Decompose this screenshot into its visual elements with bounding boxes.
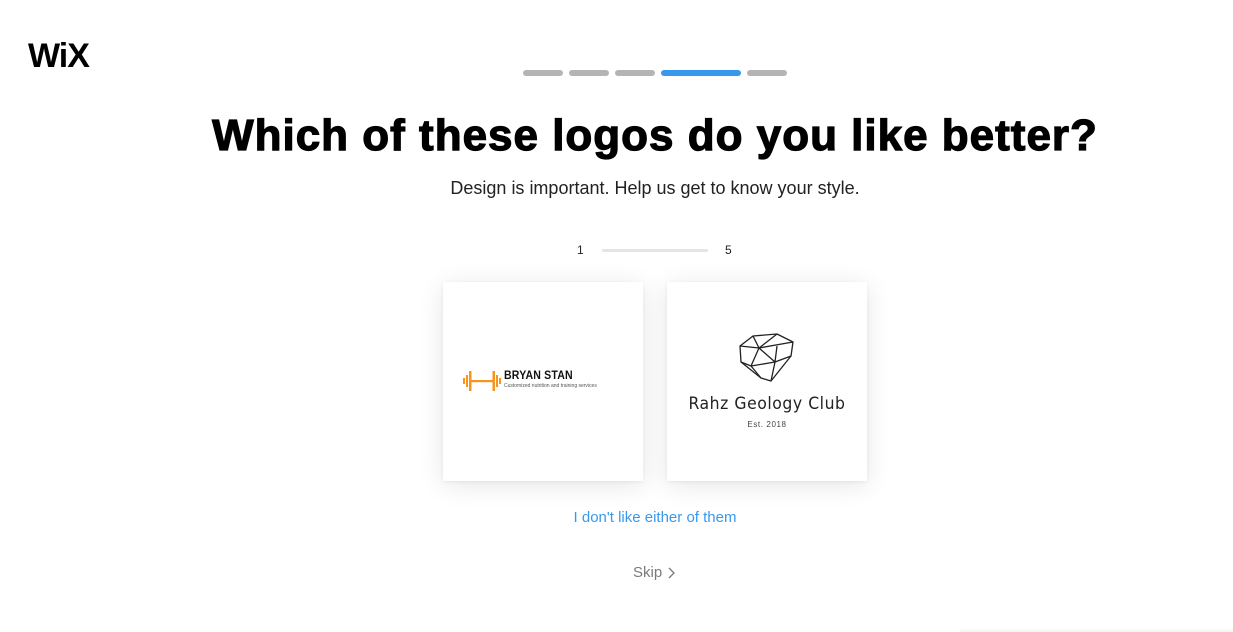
wix-logo[interactable]: WiX <box>28 38 108 72</box>
chevron-right-icon <box>668 567 676 579</box>
progress-start: 1 <box>577 243 584 257</box>
skip-label: Skip <box>633 564 663 581</box>
step-indicator <box>523 70 787 76</box>
progress-track <box>602 249 708 252</box>
logo-option-bryan-stan[interactable]: BRYAN STAN Customized nutrition and trai… <box>443 282 643 481</box>
dumbbell-icon <box>463 371 501 391</box>
bryan-stan-tagline: Customized nutrition and training servic… <box>504 383 597 389</box>
progress-end: 5 <box>725 243 732 257</box>
logo-option-rahz-geology-club[interactable]: Rahz Geology Club Est. 2018 <box>667 282 867 481</box>
skip-button[interactable]: Skip <box>633 564 676 582</box>
page-title: Which of these logos do you like better? <box>211 110 1098 160</box>
gem-icon <box>739 333 794 382</box>
step-1 <box>523 70 563 76</box>
wix-logo-text: WiX <box>28 38 90 72</box>
step-4-active <box>661 70 741 76</box>
page-subtitle: Design is important. Help us get to know… <box>450 178 860 198</box>
bryan-stan-logo: BRYAN STAN Customized nutrition and trai… <box>463 368 633 394</box>
rahz-geology-club-established: Est. 2018 <box>747 420 787 429</box>
rahz-geology-club-name: Rahz Geology Club <box>688 394 846 414</box>
step-3 <box>615 70 655 76</box>
step-2 <box>569 70 609 76</box>
dislike-both-link[interactable]: I don't like either of them <box>0 509 1233 527</box>
question-progress: 1 5 <box>570 242 740 258</box>
step-5 <box>747 70 787 76</box>
bottom-panel-edge <box>960 628 1233 632</box>
bryan-stan-name: BRYAN STAN <box>504 368 573 382</box>
